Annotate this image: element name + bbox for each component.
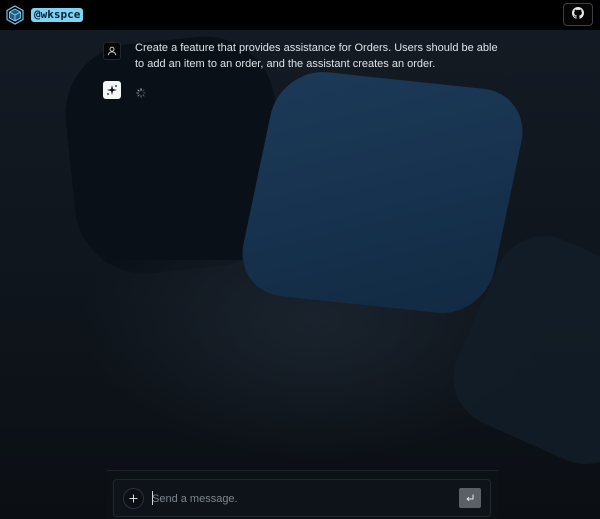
message-input[interactable] <box>152 489 452 509</box>
message-composer <box>113 479 491 517</box>
add-attachment-button[interactable] <box>123 488 144 509</box>
plus-icon <box>129 491 138 506</box>
github-button[interactable] <box>563 3 593 26</box>
text-caret <box>152 491 153 505</box>
enter-icon <box>465 491 475 506</box>
composer-panel <box>107 470 498 519</box>
sparkle-icon <box>103 81 121 99</box>
top-bar: @wkspce <box>0 0 600 30</box>
bg-shape-blue <box>233 67 532 318</box>
background-art <box>0 0 600 519</box>
send-button[interactable] <box>459 488 481 508</box>
brand-badge[interactable]: @wkspce <box>31 8 84 22</box>
github-icon <box>572 7 584 22</box>
user-message-text: Create a feature that provides assistanc… <box>135 42 498 70</box>
user-icon <box>103 42 121 60</box>
loading-spinner-icon <box>136 85 146 98</box>
cube-logo-icon[interactable] <box>5 5 25 25</box>
